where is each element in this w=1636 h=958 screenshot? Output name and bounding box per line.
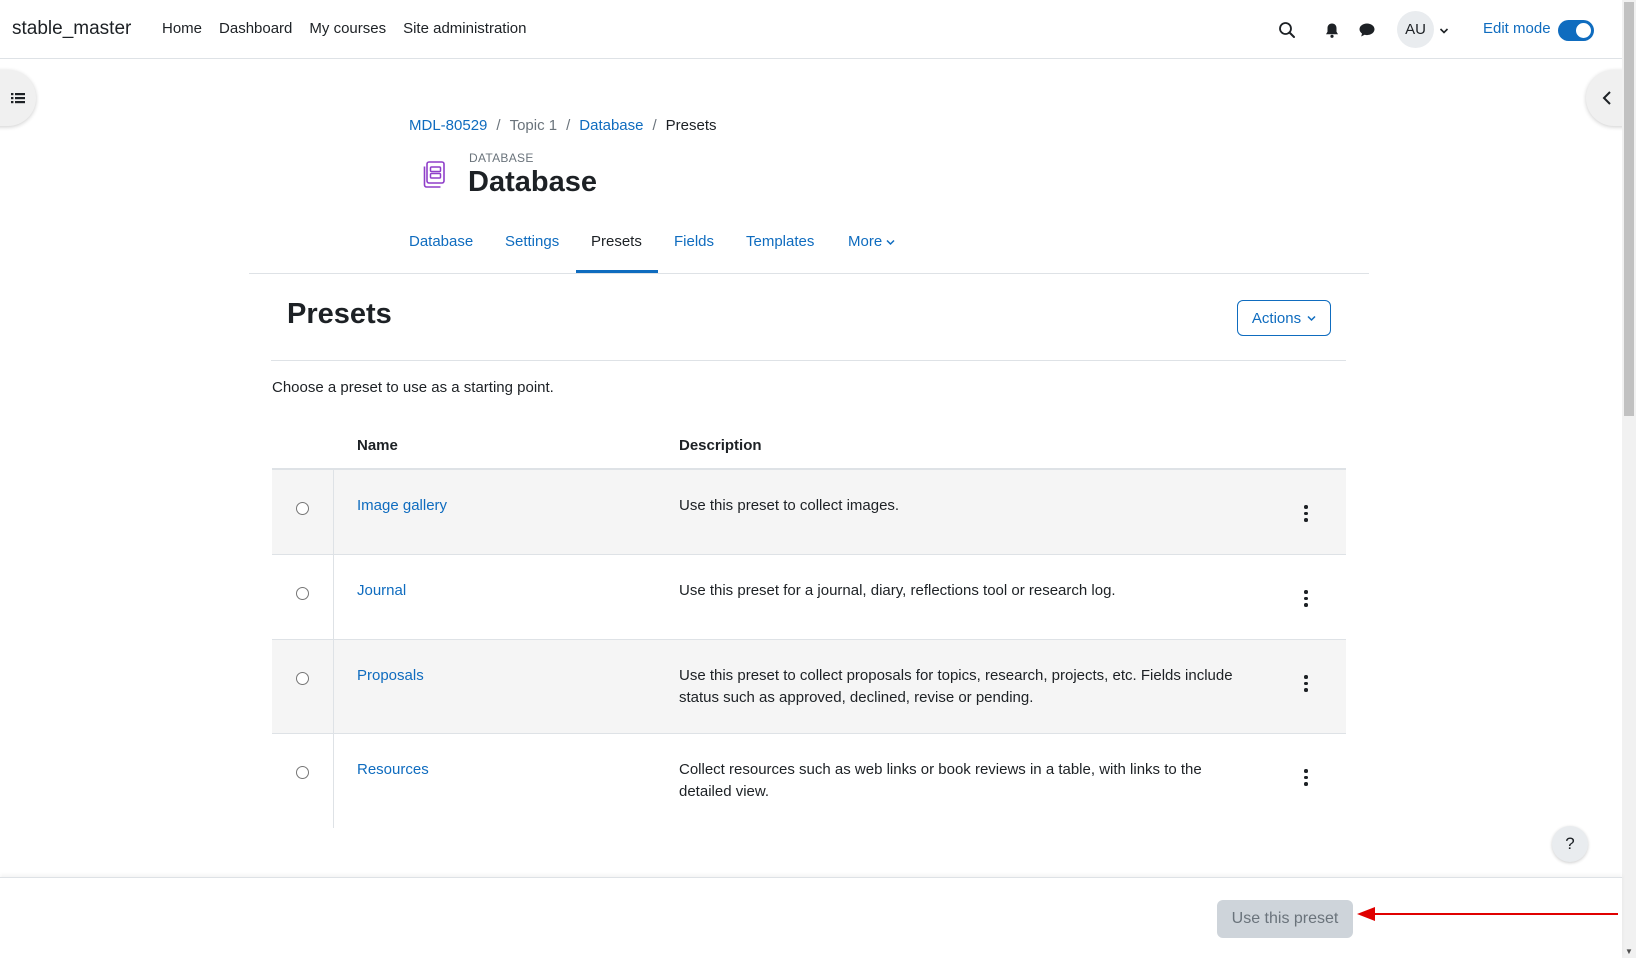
kebab-menu-icon[interactable] [1300,675,1312,692]
page-heading: Presets [287,298,392,330]
page-scrollbar[interactable]: ▼ [1622,0,1636,958]
column-divider [333,470,334,554]
table-row: Journal Use this preset for a journal, d… [272,555,1346,640]
preset-radio-image-gallery[interactable] [296,502,309,515]
preset-description: Collect resources such as web links or b… [679,761,1202,800]
annotation-arrow-icon [1357,907,1618,921]
column-divider [333,640,334,733]
scrollbar-thumb[interactable] [1624,2,1634,416]
breadcrumb-separator: / [496,117,501,134]
tab-fields[interactable]: Fields [674,233,714,250]
column-header-name: Name [357,437,398,454]
chevron-down-icon[interactable] [1439,22,1449,39]
site-brand[interactable]: stable_master [12,18,131,40]
list-icon [11,93,25,104]
activity-title: Database [468,166,597,198]
tab-database[interactable]: Database [409,233,473,250]
activity-type-label: DATABASE [469,151,534,165]
course-index-drawer-button[interactable] [0,70,36,126]
breadcrumb-item-current: Presets [665,117,717,134]
use-this-preset-button[interactable]: Use this preset [1217,900,1353,938]
table-row: Proposals Use this preset to collect pro… [272,640,1346,734]
preset-name-link[interactable]: Image gallery [357,497,447,514]
heading-divider [271,360,1346,361]
nav-link-site-administration[interactable]: Site administration [403,20,526,37]
kebab-menu-icon[interactable] [1300,590,1312,607]
messages-chat-icon[interactable] [1355,18,1379,42]
preset-radio-journal[interactable] [296,587,309,600]
nav-link-my-courses[interactable]: My courses [309,20,386,37]
active-tab-indicator [576,270,658,273]
presets-table: Name Description Image gallery Use this … [272,428,1346,828]
chevron-left-icon [1602,91,1611,105]
actions-button-label: Actions [1251,309,1302,327]
preset-description: Use this preset to collect proposals for… [679,667,1233,706]
question-mark-icon: ? [1565,834,1575,853]
table-header: Name Description [272,428,1346,470]
tab-presets[interactable]: Presets [591,233,642,250]
use-this-preset-label: Use this preset [1231,910,1339,927]
primary-navigation: Home Dashboard My courses Site administr… [162,20,544,37]
user-avatar[interactable]: AU [1397,11,1434,48]
help-button[interactable]: ? [1552,826,1588,862]
preset-name-link[interactable]: Journal [357,582,406,599]
column-divider [333,555,334,639]
nav-link-dashboard[interactable]: Dashboard [219,20,292,37]
breadcrumb-item-topic: Topic 1 [509,117,558,134]
secondary-navigation: Database Settings Presets Fields Templat… [249,226,1369,274]
edit-mode-toggle[interactable] [1558,20,1594,41]
search-icon[interactable] [1275,18,1299,42]
edit-mode-label: Edit mode [1483,20,1551,37]
tab-settings[interactable]: Settings [505,233,559,250]
kebab-menu-icon[interactable] [1300,505,1312,522]
preset-name-link[interactable]: Resources [357,761,429,778]
chevron-down-icon [886,239,895,246]
preset-description: Use this preset for a journal, diary, re… [679,582,1116,599]
scroll-down-arrow-icon[interactable]: ▼ [1625,947,1633,956]
breadcrumb: MDL-80529 / Topic 1 / Database / Presets [409,117,717,134]
preset-description: Use this preset to collect images. [679,497,900,514]
table-row: Resources Collect resources such as web … [272,734,1346,828]
intro-text: Choose a preset to use as a starting poi… [272,379,554,396]
chevron-down-icon [1307,315,1316,321]
tab-more[interactable]: More [848,233,895,250]
user-initials: AU [1405,21,1426,38]
preset-name-link[interactable]: Proposals [357,667,424,684]
tab-more-label: More [848,233,883,250]
actions-dropdown-button[interactable]: Actions [1237,300,1331,336]
column-divider [333,734,334,828]
breadcrumb-item-database[interactable]: Database [579,117,643,134]
preset-radio-proposals[interactable] [296,672,309,685]
breadcrumb-item-course[interactable]: MDL-80529 [409,117,487,134]
database-module-icon [419,158,451,190]
nav-link-home[interactable]: Home [162,20,202,37]
table-row: Image gallery Use this preset to collect… [272,470,1346,555]
kebab-menu-icon[interactable] [1300,769,1312,786]
breadcrumb-separator: / [566,117,571,134]
top-navbar: stable_master Home Dashboard My courses … [0,0,1622,59]
tab-templates[interactable]: Templates [746,233,814,250]
column-header-description: Description [679,437,762,454]
breadcrumb-separator: / [652,117,657,134]
preset-radio-resources[interactable] [296,766,309,779]
notifications-bell-icon[interactable] [1320,18,1344,42]
